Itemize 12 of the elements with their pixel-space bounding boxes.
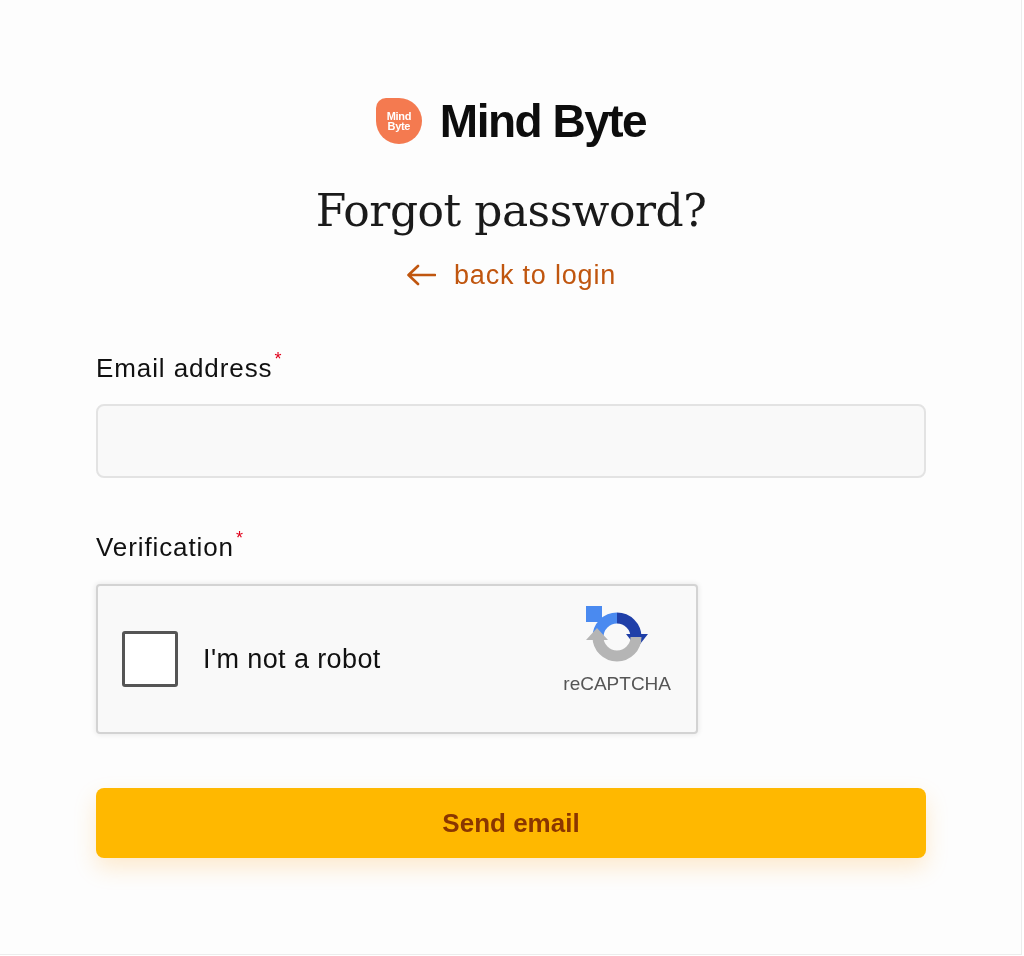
brand-name: Mind Byte	[439, 95, 647, 147]
back-to-login-link[interactable]: back to login	[406, 259, 616, 291]
logo-badge: Mind Byte	[375, 98, 422, 144]
recaptcha-label: reCAPTCHA	[563, 672, 671, 696]
field-label: Verification$^{*}$	[96, 531, 244, 563]
email-input[interactable]	[96, 404, 926, 478]
captcha-checkbox[interactable]	[122, 631, 178, 687]
field-label: Email address$^{*}$	[96, 352, 283, 384]
send-email-button[interactable]: Send email	[96, 788, 926, 858]
checkbox-label: I'm not a robot	[203, 643, 381, 675]
arrow-left-icon	[406, 264, 436, 286]
page-title: Forgot password?	[314, 184, 708, 237]
